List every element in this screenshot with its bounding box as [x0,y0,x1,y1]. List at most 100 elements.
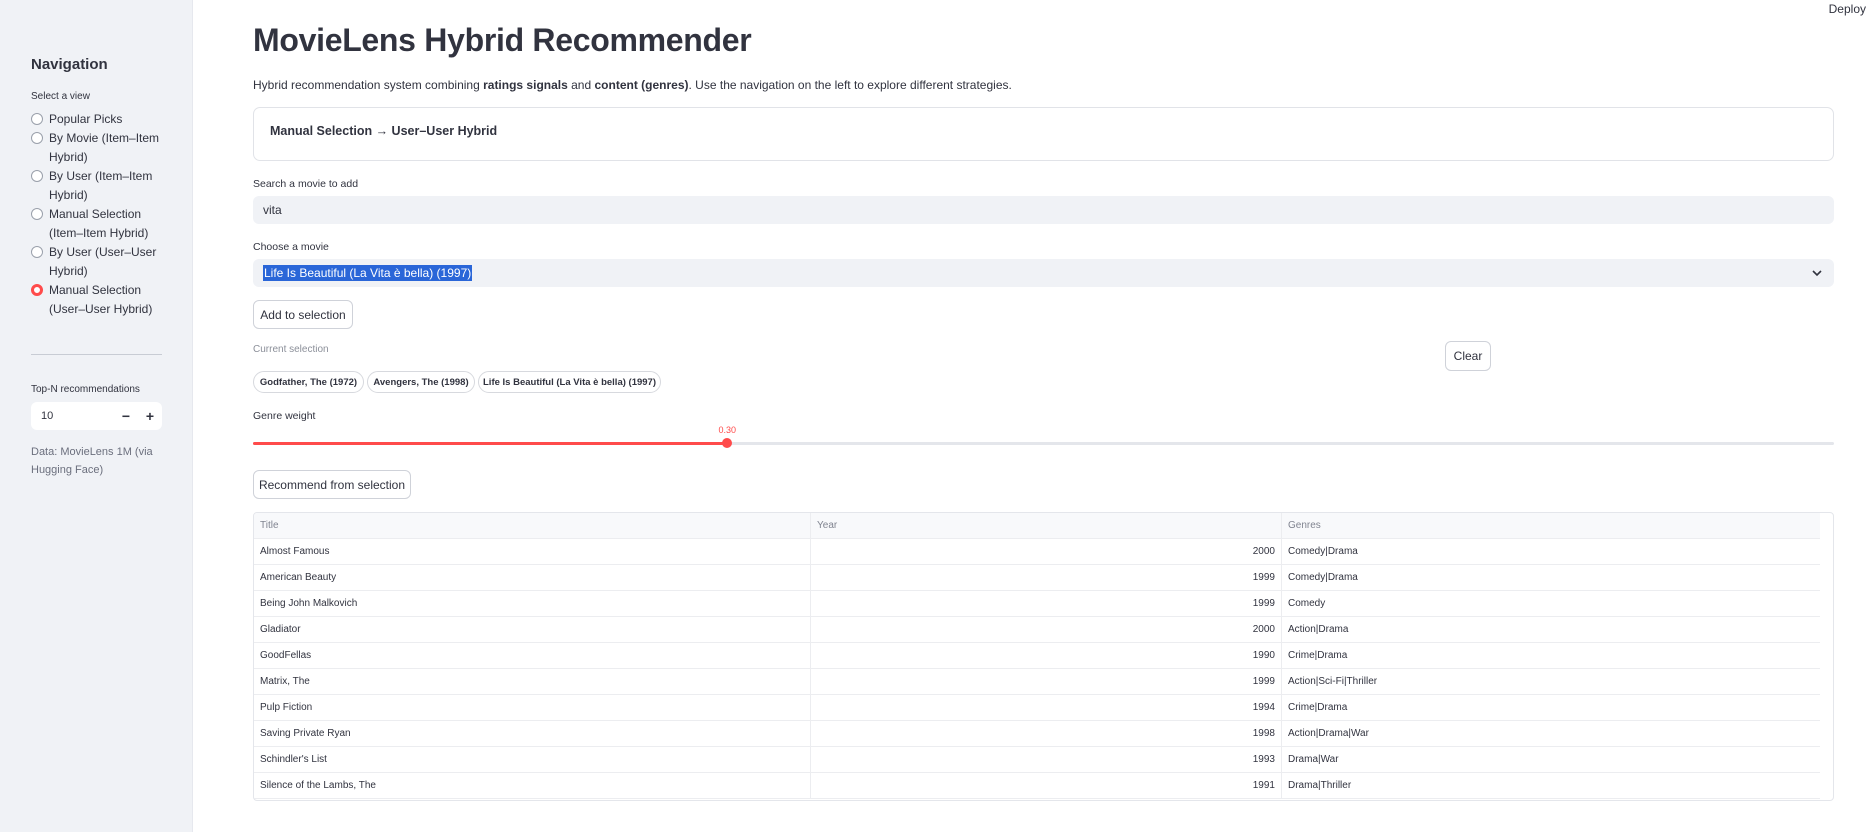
cell-title: Matrix, The [254,669,811,694]
cell-genres: Action|Drama [1288,624,1349,635]
radio-icon[interactable] [31,113,43,125]
cell-year: 1999 [811,669,1282,694]
column-header-title[interactable]: Title [254,513,811,538]
page-description: Hybrid recommendation system combining r… [253,78,1012,92]
table-row: American Beauty 1999 Comedy|Drama [254,565,1820,591]
genre-weight-slider[interactable] [253,438,1834,448]
cell-year: 1991 [811,773,1282,798]
cell-title: Gladiator [254,617,811,642]
sidebar: Navigation Select a view Popular Picks B… [0,0,193,832]
desc-suffix: . Use the navigation on the left to expl… [688,78,1012,92]
add-to-selection-button[interactable]: Add to selection [253,300,353,329]
radio-icon[interactable] [31,208,43,220]
table-row: Being John Malkovich 1999 Comedy [254,591,1820,617]
recommend-button[interactable]: Recommend from selection [253,470,411,499]
cell-year: 2000 [811,617,1282,642]
cell-year: 2000 [811,539,1282,564]
cell-genres: Comedy|Drama [1288,572,1358,583]
sidebar-title: Navigation [31,56,108,73]
cell-title: Schindler's List [254,747,811,772]
topn-input[interactable]: 10 [31,410,114,422]
radio-icon[interactable] [31,246,43,258]
desc-bold-ratings: ratings signals [483,78,568,92]
cell-title: GoodFellas [254,643,811,668]
view-option-by-user-item-item[interactable]: By User (Item–Item Hybrid) [31,167,161,205]
table-row: Gladiator 2000 Action|Drama [254,617,1820,643]
radio-selected-icon[interactable] [31,284,43,296]
slider-thumb[interactable] [722,438,733,448]
table-row: Almost Famous 2000 Comedy|Drama [254,539,1820,565]
view-option-label: By Movie (Item–Item Hybrid) [49,131,160,164]
table-row: Pulp Fiction 1994 Crime|Drama [254,695,1820,721]
cell-title: Silence of the Lambs, The [254,773,811,798]
clear-button[interactable]: Clear [1445,341,1491,371]
table-header-row: Title Year Genres [254,513,1820,539]
selection-chip[interactable]: Avengers, The (1998) [367,371,475,393]
genre-weight-label: Genre weight [253,410,316,422]
current-selection-label: Current selection [253,344,329,355]
data-source-note: Data: MovieLens 1M (via Hugging Face) [31,446,153,476]
desc-bold-content: content (genres) [594,78,689,92]
cell-year: 1998 [811,721,1282,746]
radio-icon[interactable] [31,132,43,144]
cell-genres: Action|Sci-Fi|Thriller [1288,676,1378,687]
cell-genres: Comedy|Drama [1288,546,1358,557]
view-option-label: Popular Picks [49,112,123,126]
cell-year: 1994 [811,695,1282,720]
choose-movie-select[interactable]: Life Is Beautiful (La Vita è bella) (199… [253,259,1834,287]
page-title: MovieLens Hybrid Recommender [253,22,752,58]
search-label: Search a movie to add [253,178,359,190]
cell-title: Pulp Fiction [254,695,811,720]
table-row: Saving Private Ryan 1998 Action|Drama|War [254,721,1820,747]
section-title: Manual Selection → User–User Hybrid [270,124,498,138]
view-option-label: Manual Selection (User–User Hybrid) [49,283,153,316]
desc-prefix: Hybrid recommendation system combining [253,78,484,92]
cell-title: American Beauty [254,565,811,590]
recommendations-table: Title Year Genres Almost Famous 2000 Comed… [253,512,1834,801]
table-row: Silence of the Lambs, The 1991 Drama|Thril… [254,773,1820,799]
view-option-popular-picks[interactable]: Popular Picks [31,110,161,129]
view-option-label: By User (User–User Hybrid) [49,245,157,278]
radio-icon[interactable] [31,170,43,182]
topn-stepper[interactable]: 10 − + [31,402,162,430]
sidebar-divider [31,354,162,355]
cell-genres: Drama|Thriller [1288,780,1352,791]
desc-mid: and [567,78,595,92]
cell-genres: Comedy [1288,598,1326,609]
cell-genres: Crime|Drama [1288,702,1348,713]
column-header-year[interactable]: Year [811,513,1282,538]
slider-fill [253,442,728,445]
cell-genres: Crime|Drama [1288,650,1348,661]
view-select-caption: Select a view [31,91,90,102]
chevron-down-icon[interactable] [1810,266,1824,280]
cell-genres: Action|Drama|War [1288,728,1369,739]
genre-weight-value: 0.30 [718,425,737,435]
increment-button[interactable]: + [138,408,162,424]
view-option-manual-user-user[interactable]: Manual Selection (User–User Hybrid) [31,281,161,319]
selected-movie-value: Life Is Beautiful (La Vita è bella) (199… [263,265,473,281]
search-input-value: vita [263,203,282,217]
view-option-by-user-user-user[interactable]: By User (User–User Hybrid) [31,243,161,281]
cell-year: 1990 [811,643,1282,668]
deploy-button[interactable]: Deploy [1829,2,1866,16]
cell-title: Being John Malkovich [254,591,811,616]
view-option-label: Manual Selection (Item–Item Hybrid) [49,207,149,240]
view-option-manual-item-item[interactable]: Manual Selection (Item–Item Hybrid) [31,205,161,243]
table-row: GoodFellas 1990 Crime|Drama [254,643,1820,669]
view-option-label: By User (Item–Item Hybrid) [49,169,153,202]
column-header-genres[interactable]: Genres [1282,513,1820,538]
cell-title: Almost Famous [254,539,811,564]
cell-year: 1993 [811,747,1282,772]
section-container: Manual Selection → User–User Hybrid [253,107,1834,161]
selection-chip[interactable]: Godfather, The (1972) [253,371,364,393]
table-row: Schindler's List 1993 Drama|War [254,747,1820,773]
cell-year: 1999 [811,565,1282,590]
selection-chip[interactable]: Life Is Beautiful (La Vita è bella) (199… [478,371,661,393]
topn-label: Top-N recommendations [31,384,140,395]
search-input[interactable]: vita [253,196,1834,224]
view-option-by-movie-item-item[interactable]: By Movie (Item–Item Hybrid) [31,129,161,167]
cell-title: Saving Private Ryan [254,721,811,746]
table-row: Matrix, The 1999 Action|Sci-Fi|Thriller [254,669,1820,695]
decrement-button[interactable]: − [114,408,138,424]
choose-movie-label: Choose a movie [253,241,329,253]
